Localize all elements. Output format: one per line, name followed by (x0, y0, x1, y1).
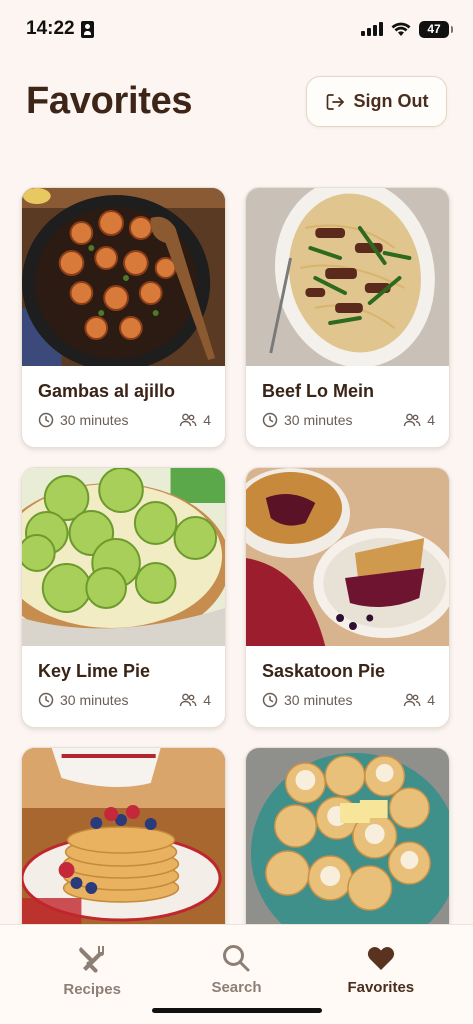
recipe-servings: 4 (203, 412, 211, 428)
recipe-time: 30 minutes (60, 692, 129, 708)
battery-level: 47 (427, 22, 441, 36)
recipe-title: Key Lime Pie (38, 661, 151, 681)
sign-out-button[interactable]: Sign Out (306, 76, 447, 127)
recipe-time: 30 minutes (284, 412, 353, 428)
recipe-image (22, 748, 225, 926)
recipe-card[interactable]: Key Lime Pie 30 minutes 4 (21, 467, 226, 728)
search-icon (223, 945, 250, 972)
recipe-title: Saskatoon Pie (262, 661, 386, 681)
clock-icon (38, 692, 54, 708)
battery-icon: 47 (419, 20, 453, 38)
sign-out-label: Sign Out (353, 91, 429, 111)
status-time: 14:22 (26, 18, 75, 39)
recipe-image (22, 188, 225, 366)
people-icon (404, 413, 421, 427)
recipe-title: Beef Lo Mein (262, 381, 375, 401)
recipe-card[interactable]: Saskatoon Pie 30 minutes 4 (245, 467, 450, 728)
wifi-icon (391, 22, 411, 36)
recipe-image (246, 468, 449, 646)
recipe-card[interactable]: Gambas al ajillo 30 minutes 4 (21, 187, 226, 448)
home-indicator (152, 1008, 322, 1013)
signal-icon (361, 22, 383, 36)
heart-icon (367, 946, 394, 970)
id-card-icon (80, 20, 94, 38)
people-icon (404, 693, 421, 707)
fork-knife-icon (79, 946, 105, 973)
tab-search-label: Search (211, 979, 262, 996)
clock-icon (262, 692, 278, 708)
people-icon (180, 413, 197, 427)
recipe-servings: 4 (427, 692, 435, 708)
recipe-time: 30 minutes (284, 692, 353, 708)
tab-favorites-label: Favorites (347, 979, 415, 996)
recipe-image (246, 188, 449, 366)
tab-recipes-label: Recipes (63, 981, 121, 998)
clock-icon (262, 412, 278, 428)
favorites-grid: Gambas al ajillo 30 minutes 4 Beef Lo Me… (21, 187, 451, 1008)
recipe-servings: 4 (203, 692, 211, 708)
status-bar: 14:22 47 (0, 0, 473, 58)
page-title: Favorites (26, 80, 193, 122)
recipe-title: Gambas al ajillo (38, 381, 176, 401)
sign-out-icon (326, 93, 344, 110)
clock-icon (38, 412, 54, 428)
people-icon (180, 693, 197, 707)
recipe-servings: 4 (427, 412, 435, 428)
tab-favorites[interactable]: Favorites (326, 925, 436, 1024)
tab-recipes[interactable]: Recipes (37, 925, 147, 1024)
recipe-image (22, 468, 225, 646)
recipe-image (246, 748, 449, 926)
recipe-card[interactable]: Beef Lo Mein 30 minutes 4 (245, 187, 450, 448)
recipe-time: 30 minutes (60, 412, 129, 428)
